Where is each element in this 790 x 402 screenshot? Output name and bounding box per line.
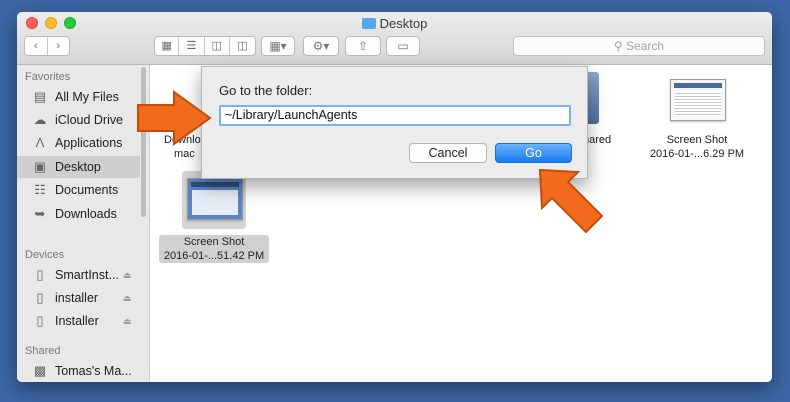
icon-view-button[interactable]: ▦: [155, 37, 180, 55]
eject-icon[interactable]: ⏏: [123, 287, 132, 309]
columns-icon: ◫: [204, 37, 229, 55]
chevron-left-icon: ‹: [25, 37, 47, 55]
shared-header: Shared: [25, 345, 61, 357]
search-field[interactable]: ⚲ Search: [513, 36, 765, 56]
sidebar-item-desktop[interactable]: ▣ Desktop: [17, 156, 140, 178]
favorites-header: Favorites: [25, 71, 71, 83]
toolbar: Desktop ‹ › ▦ ☰ ◫ ◫ ▦▾ ⚙▾ ⇧ ▭ ⚲ Search: [17, 12, 772, 65]
sidebar-item-installer[interactable]: ▯ Installer ⏏: [17, 310, 140, 332]
tag-icon: ▭: [397, 39, 409, 53]
sidebar-item-downloads[interactable]: ➥ Downloads: [17, 203, 140, 225]
sidebar-item-shared-computer[interactable]: ▩ Tomas's Ma...: [17, 360, 140, 382]
applications-icon: Λ: [35, 135, 45, 150]
devices-header: Devices: [25, 249, 65, 261]
sidebar-item-all-my-files[interactable]: ▤ All My Files: [17, 86, 140, 108]
sidebar-item-installer-lower[interactable]: ▯ installer ⏏: [17, 287, 140, 309]
share-button[interactable]: ⇧: [345, 36, 381, 56]
grid-icon: ▦: [155, 37, 179, 55]
gear-icon: ⚙▾: [312, 39, 330, 53]
screenshot-thumbnail-2[interactable]: [187, 178, 243, 220]
back-button[interactable]: ‹: [25, 37, 48, 55]
folder-path-input[interactable]: ~/Library/LaunchAgents: [219, 105, 571, 126]
finder-window: Desktop ‹ › ▦ ☰ ◫ ◫ ▦▾ ⚙▾ ⇧ ▭ ⚲ Search F…: [17, 12, 772, 382]
sidebar: Favorites ▤ All My Files ☁ iCloud Drive …: [17, 65, 150, 382]
view-mode-control: ▦ ☰ ◫ ◫: [154, 36, 256, 56]
sidebar-item-smartinstaller[interactable]: ▯ SmartInst... ⏏: [17, 264, 140, 286]
cover-flow-icon: ◫: [229, 37, 255, 55]
tags-button[interactable]: ▭: [386, 36, 420, 56]
computer-icon: ▩: [33, 363, 47, 378]
file-label-shared[interactable]: hared s: [583, 133, 623, 161]
dialog-label: Go to the folder:: [219, 83, 313, 98]
cancel-button[interactable]: Cancel: [409, 143, 487, 163]
file-label-screenshot-1[interactable]: Screen Shot 2016-01-...6.29 PM: [641, 133, 753, 161]
window-title: Desktop: [17, 16, 772, 31]
arrange-icon: ▦▾: [269, 39, 287, 53]
list-icon: ☰: [179, 37, 204, 55]
sidebar-item-applications[interactable]: Λ Applications: [17, 132, 140, 154]
drive-icon: ▯: [36, 313, 44, 328]
arrow-pointing-right-icon: [137, 90, 212, 146]
chevron-right-icon: ›: [47, 37, 69, 55]
file-label-screenshot-2[interactable]: Screen Shot 2016-01-...51.42 PM: [159, 235, 269, 263]
cloud-icon: ☁: [33, 112, 47, 127]
arrange-button[interactable]: ▦▾: [261, 36, 295, 56]
downloads-icon: ➥: [34, 206, 46, 221]
sidebar-item-icloud-drive[interactable]: ☁ iCloud Drive: [17, 109, 140, 131]
column-view-button[interactable]: ◫: [204, 37, 230, 55]
screenshot-thumbnail-1[interactable]: [670, 79, 726, 121]
folder-icon: [361, 18, 376, 29]
all-files-icon: ▤: [33, 89, 47, 104]
eject-icon[interactable]: ⏏: [123, 264, 132, 286]
search-icon: ⚲: [613, 39, 623, 53]
sidebar-item-documents[interactable]: ☷ Documents: [17, 179, 140, 201]
cover-flow-button[interactable]: ◫: [229, 37, 255, 55]
eject-icon[interactable]: ⏏: [123, 310, 132, 332]
share-icon: ⇧: [357, 39, 369, 53]
list-view-button[interactable]: ☰: [179, 37, 205, 55]
arrow-pointing-up-left-icon: [538, 168, 604, 234]
forward-button[interactable]: ›: [47, 37, 69, 55]
desktop-icon: ▣: [33, 159, 47, 174]
back-forward-control: ‹ ›: [24, 36, 70, 56]
drive-icon: ▯: [36, 267, 44, 282]
drive-icon: ▯: [36, 290, 44, 305]
documents-icon: ☷: [34, 182, 46, 197]
action-button[interactable]: ⚙▾: [303, 36, 339, 56]
